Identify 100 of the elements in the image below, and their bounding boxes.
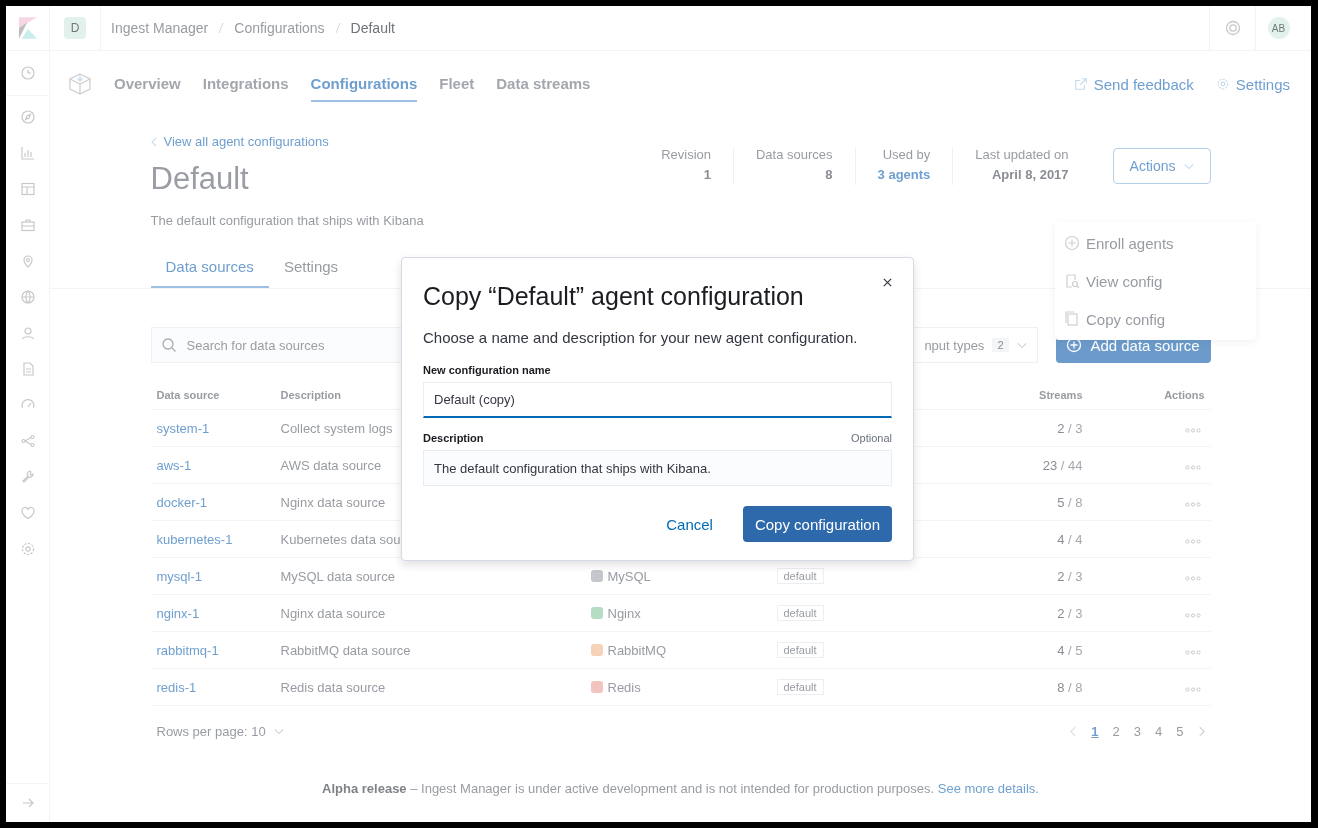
caret-icon <box>1183 162 1194 170</box>
data-source-link[interactable]: redis-1 <box>156 679 197 695</box>
cancel-button[interactable]: Cancel <box>658 515 721 533</box>
streams-total: / 4 <box>1068 531 1083 547</box>
data-source-link[interactable]: mysql-1 <box>156 568 202 584</box>
column-header: Streams <box>972 384 1089 410</box>
space-avatar[interactable]: D <box>64 17 86 39</box>
page-title: Default <box>150 161 250 197</box>
gear-icon <box>1215 77 1230 91</box>
dashboard-icon[interactable] <box>19 181 36 197</box>
back-link[interactable]: View all agent configurations <box>150 134 424 149</box>
streams-total: / 5 <box>1068 642 1083 658</box>
person-icon[interactable] <box>19 325 36 341</box>
stat-link[interactable]: 3 agents <box>877 167 931 182</box>
filter-count: 2 <box>992 338 1009 352</box>
description-cell: Redis data source <box>280 679 386 695</box>
streams-total: / 3 <box>1068 568 1083 584</box>
page-number[interactable]: 2 <box>1112 724 1120 739</box>
integration-name: Nginx <box>607 605 641 621</box>
more-actions-icon[interactable] <box>1184 501 1201 507</box>
more-actions-icon[interactable] <box>1184 538 1201 544</box>
more-actions-icon[interactable] <box>1184 649 1201 655</box>
breadcrumb[interactable]: Configurations <box>234 20 325 36</box>
alpha-notice: Alpha release – Ingest Manager is under active development and is not intended for production purposes. <box>322 781 935 796</box>
chevron-right-icon[interactable] <box>1197 726 1205 737</box>
settings-link[interactable]: Settings <box>1215 75 1290 93</box>
help-icon[interactable] <box>1224 20 1241 36</box>
rows-per-page-button[interactable]: Rows per page: 10 <box>156 724 284 739</box>
page-number[interactable]: 3 <box>1133 724 1142 739</box>
copy-icon <box>1064 311 1080 327</box>
data-source-link[interactable]: nginx-1 <box>156 605 200 621</box>
stat-label: Revision <box>661 147 711 162</box>
data-source-link[interactable]: system-1 <box>156 420 210 436</box>
user-avatar[interactable]: AB <box>1267 17 1290 39</box>
column-header: Actions <box>1088 384 1211 410</box>
data-source-link[interactable]: docker-1 <box>156 494 208 510</box>
configuration-name-field[interactable]: Default (copy) <box>423 382 892 418</box>
logo-icon[interactable] <box>18 17 37 39</box>
briefcase-icon[interactable] <box>19 217 36 233</box>
compass-icon[interactable] <box>19 109 36 125</box>
streams-enabled: 2 <box>1057 605 1065 621</box>
copy-configuration-button[interactable]: Copy configuration <box>742 506 892 542</box>
description-cell: AWS data source <box>280 457 382 473</box>
nav-tab[interactable]: Configurations <box>310 66 418 102</box>
more-actions-icon[interactable] <box>1184 686 1201 692</box>
breadcrumb[interactable]: Default <box>350 20 395 36</box>
data-source-link[interactable]: kubernetes-1 <box>156 531 233 547</box>
caret-icon <box>273 728 284 735</box>
optional-label: Optional <box>851 432 892 444</box>
more-actions-icon[interactable] <box>1184 612 1201 618</box>
chevron-left-icon[interactable] <box>1070 726 1078 737</box>
box-icon <box>68 72 92 96</box>
more-actions-icon[interactable] <box>1184 575 1201 581</box>
clock-icon[interactable] <box>19 65 36 81</box>
close-icon[interactable] <box>882 277 893 288</box>
breadcrumb[interactable]: Ingest Manager <box>111 20 209 36</box>
namespace-badge: default <box>776 605 824 621</box>
menu-item[interactable]: Enroll agents <box>1055 224 1256 262</box>
nav-tab[interactable]: Data streams <box>496 66 591 102</box>
stat-label: Data sources <box>756 147 833 162</box>
description-cell: Nginx data source <box>280 605 386 621</box>
barchart-icon[interactable] <box>19 145 36 161</box>
heart-icon[interactable] <box>19 505 36 521</box>
page-tab[interactable]: Data sources <box>150 248 269 288</box>
graph-icon[interactable] <box>19 433 36 449</box>
streams-enabled: 5 <box>1057 494 1065 510</box>
streams-enabled: 2 <box>1057 568 1065 584</box>
nav-tab[interactable]: Integrations <box>202 66 289 102</box>
streams-total: / 8 <box>1068 679 1083 695</box>
breadcrumb-separator-icon <box>334 22 341 34</box>
description-cell: RabbitMQ data source <box>280 642 411 658</box>
globe-icon[interactable] <box>19 289 36 305</box>
search-icon <box>160 337 177 353</box>
see-more-details-link[interactable]: See more details. <box>937 781 1039 796</box>
data-source-link[interactable]: rabbitmq-1 <box>156 642 219 658</box>
menu-item[interactable]: View config <box>1055 262 1256 300</box>
dialog-title: Copy “Default” agent configuration <box>423 282 805 311</box>
field-label: New configuration name <box>423 364 551 376</box>
send-feedback-link[interactable]: Send feedback <box>1073 75 1194 93</box>
streams-enabled: 8 <box>1057 679 1065 695</box>
more-actions-icon[interactable] <box>1184 427 1201 433</box>
description-field[interactable]: The default configuration that ships with Kibana. <box>423 450 892 486</box>
streams-enabled: 23 <box>1042 457 1058 473</box>
page-number[interactable]: 1 <box>1091 724 1099 739</box>
input-types-filter[interactable]: nput types 2 <box>913 327 1038 363</box>
plus-circle-icon <box>1064 235 1080 251</box>
page-number[interactable]: 5 <box>1176 724 1184 739</box>
page-tab[interactable]: Settings <box>268 248 354 288</box>
nav-tab[interactable]: Fleet <box>439 66 475 102</box>
integration-name: RabbitMQ <box>607 642 667 658</box>
breadcrumb-separator-icon <box>218 22 225 34</box>
chevron-left-icon <box>150 136 158 147</box>
namespace-badge: default <box>776 642 824 658</box>
more-actions-icon[interactable] <box>1184 464 1201 470</box>
actions-button[interactable]: Actions <box>1112 148 1211 184</box>
data-source-link[interactable]: aws-1 <box>156 457 192 473</box>
gear-icon[interactable] <box>19 541 36 557</box>
nav-tab[interactable]: Overview <box>114 66 181 102</box>
page-number[interactable]: 4 <box>1155 724 1163 739</box>
integration-name: Redis <box>607 679 641 695</box>
